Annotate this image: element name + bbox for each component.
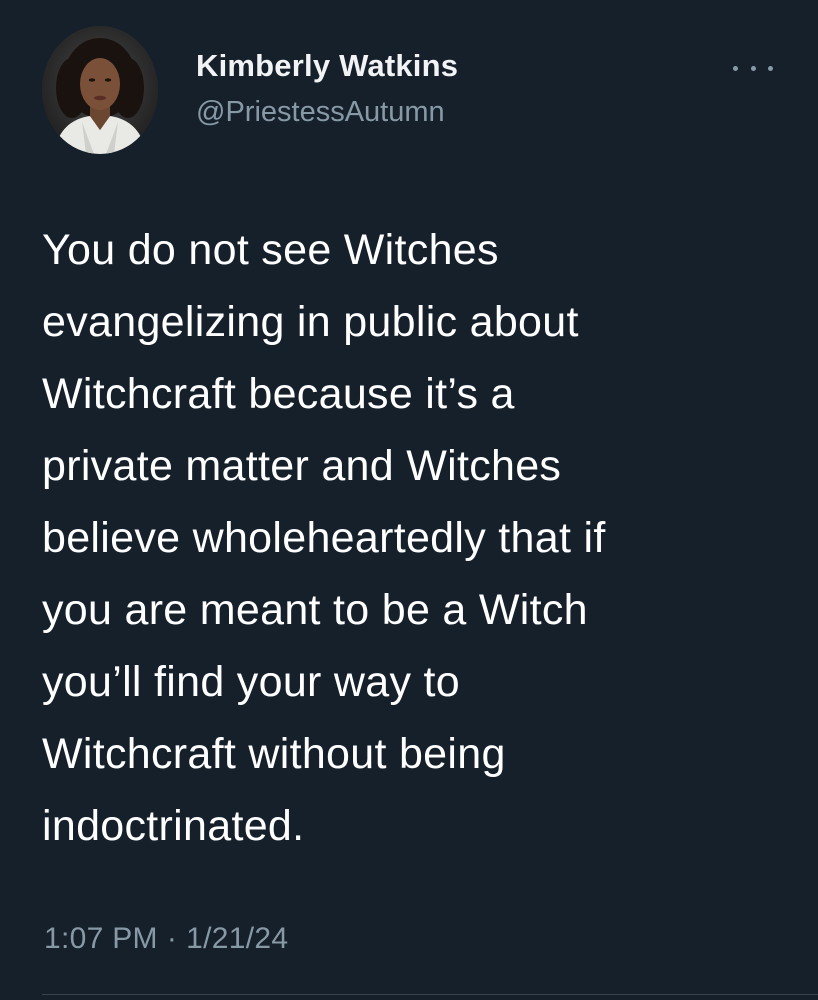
tweet-text-line: evangelizing in public about <box>42 298 579 346</box>
tweet-text-line: You do not see Witches <box>42 226 499 274</box>
avatar-photo <box>42 26 158 154</box>
tweet-time: 1:07 PM <box>44 922 158 955</box>
tweet-text: You do not see Witches evangelizing in p… <box>42 214 802 862</box>
tweet-text-line: believe wholeheartedly that if <box>42 514 606 562</box>
tweet-text-line: Witchcraft without being <box>42 730 506 778</box>
more-dot <box>750 65 756 71</box>
tweet-text-line: private matter and Witches <box>42 442 562 490</box>
tweet-date: 1/21/24 <box>186 922 289 955</box>
tweet-text-line: you are meant to be a Witch <box>42 586 588 634</box>
tweet-text-line: you’ll find your way to <box>42 658 460 706</box>
tweet-text-line: indoctrinated. <box>42 802 305 850</box>
timestamp-separator: · <box>166 922 178 955</box>
display-name[interactable]: Kimberly Watkins <box>196 48 458 84</box>
more-options-icon[interactable] <box>733 58 773 78</box>
user-handle[interactable]: @PriestessAutumn <box>196 96 445 129</box>
more-dot <box>733 65 738 71</box>
more-dot <box>768 65 773 71</box>
tweet-card: Kimberly Watkins @PriestessAutumn You do… <box>0 0 818 1000</box>
tweet-timestamp[interactable]: 1:07 PM · 1/21/24 <box>44 922 288 956</box>
avatar[interactable] <box>42 26 158 154</box>
tweet-text-line: Witchcraft because it’s a <box>42 370 515 418</box>
divider <box>42 994 818 995</box>
